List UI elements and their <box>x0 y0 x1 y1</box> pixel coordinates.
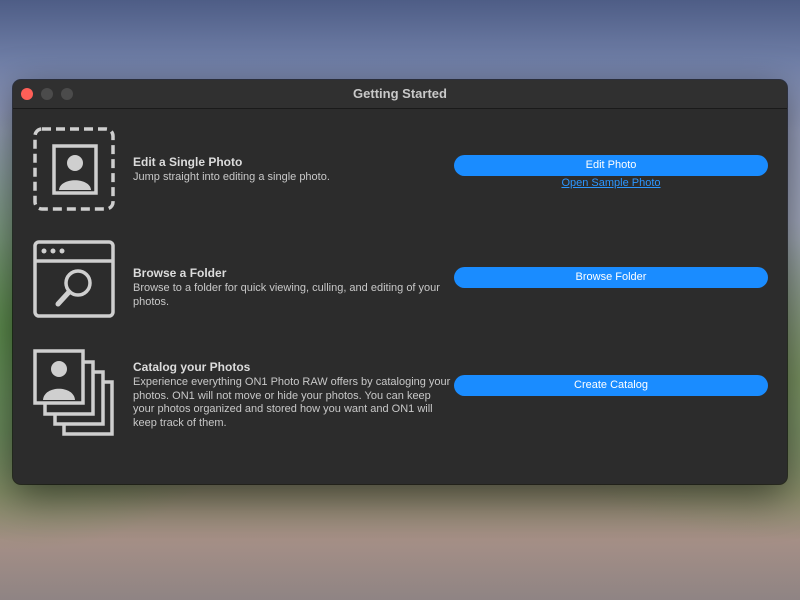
getting-started-window: Getting Started Edit a Single Photo Jump… <box>13 80 787 484</box>
browse-folder-button[interactable]: Browse Folder <box>454 267 768 288</box>
section-description: Jump straight into editing a single phot… <box>133 171 330 183</box>
title-bar: Getting Started <box>13 80 787 109</box>
create-catalog-button[interactable]: Create Catalog <box>454 375 768 396</box>
zoom-window-button[interactable] <box>61 88 73 100</box>
edit-single-photo-section: Edit a Single Photo Jump straight into e… <box>13 125 787 221</box>
window-title: Getting Started <box>353 86 447 101</box>
minimize-window-button[interactable] <box>41 88 53 100</box>
content-area: Edit a Single Photo Jump straight into e… <box>13 109 787 484</box>
close-window-button[interactable] <box>21 88 33 100</box>
section-description: Browse to a folder for quick viewing, cu… <box>133 282 440 308</box>
section-heading: Edit a Single Photo <box>133 155 243 169</box>
open-sample-photo-link[interactable]: Open Sample Photo <box>454 177 768 189</box>
section-description: Experience everything ON1 Photo RAW offe… <box>133 376 451 429</box>
section-heading: Browse a Folder <box>133 266 227 280</box>
catalog-photos-icon <box>33 349 114 436</box>
browse-folder-icon <box>33 240 115 318</box>
browse-folder-section: Browse a Folder Browse to a folder for q… <box>13 238 787 334</box>
section-heading: Catalog your Photos <box>133 360 251 374</box>
edit-photo-button[interactable]: Edit Photo <box>454 155 768 176</box>
single-photo-icon <box>33 127 115 211</box>
catalog-photos-section: Catalog your Photos Experience everythin… <box>13 345 787 455</box>
